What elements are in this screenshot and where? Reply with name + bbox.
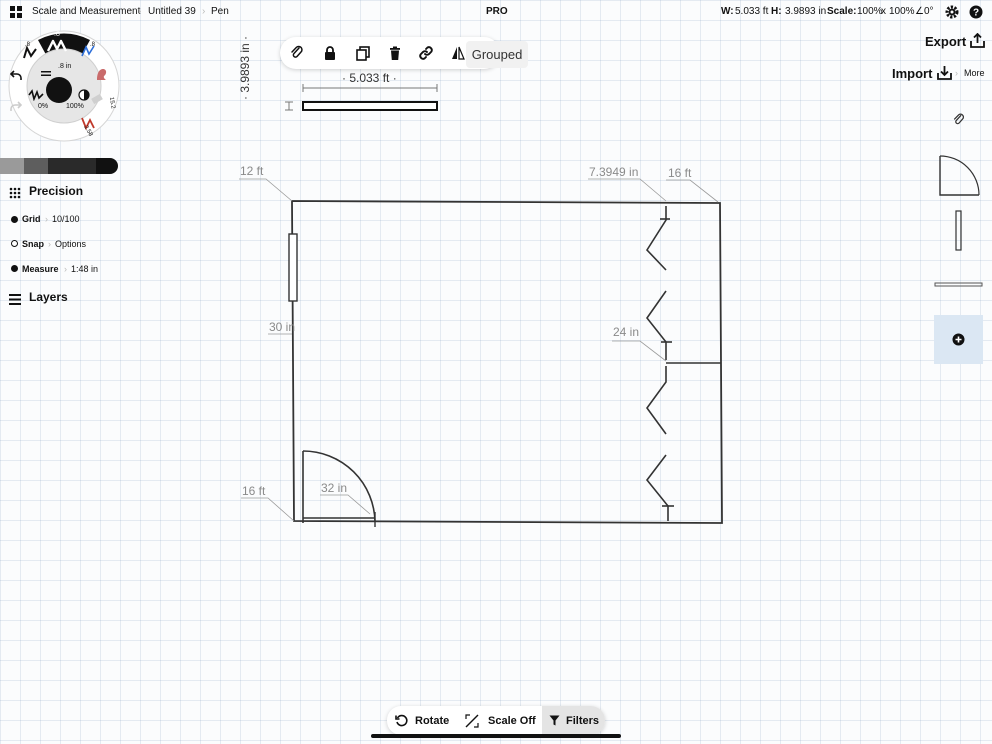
dim-label-closet: 24 in: [613, 325, 640, 339]
dim-label-top-left: 12 ft: [240, 164, 264, 178]
selection-width-label: · 5.033 ft ·: [342, 71, 397, 85]
scale-off-button[interactable]: Scale Off: [488, 715, 536, 727]
dimension-leaders: [239, 178, 719, 522]
selected-wall-group[interactable]: [285, 84, 438, 111]
selection-height-label: · 3.9893 in ·: [238, 35, 252, 100]
rotate-icon[interactable]: [395, 714, 408, 730]
drawing-canvas[interactable]: [0, 0, 992, 744]
dim-label-top-right: 16 ft: [668, 166, 692, 180]
bifold-door-upper[interactable]: [645, 206, 672, 360]
scale-off-icon[interactable]: [464, 713, 480, 732]
bottom-toolbar: Rotate Scale Off Filters: [387, 706, 605, 735]
dim-label-bottom-left: 16 ft: [242, 484, 266, 498]
rotate-button[interactable]: Rotate: [415, 715, 449, 727]
home-indicator: [371, 734, 621, 738]
left-window[interactable]: [288, 233, 298, 302]
filter-icon[interactable]: [549, 715, 560, 729]
bifold-door-lower[interactable]: [645, 366, 674, 521]
filters-button[interactable]: Filters: [566, 715, 599, 727]
selected-wall[interactable]: [302, 101, 438, 111]
dim-label-top-mid: 7.3949 in: [589, 165, 639, 179]
dim-label-door: 32 in: [321, 481, 348, 495]
dim-label-window: 30 in: [269, 320, 296, 334]
